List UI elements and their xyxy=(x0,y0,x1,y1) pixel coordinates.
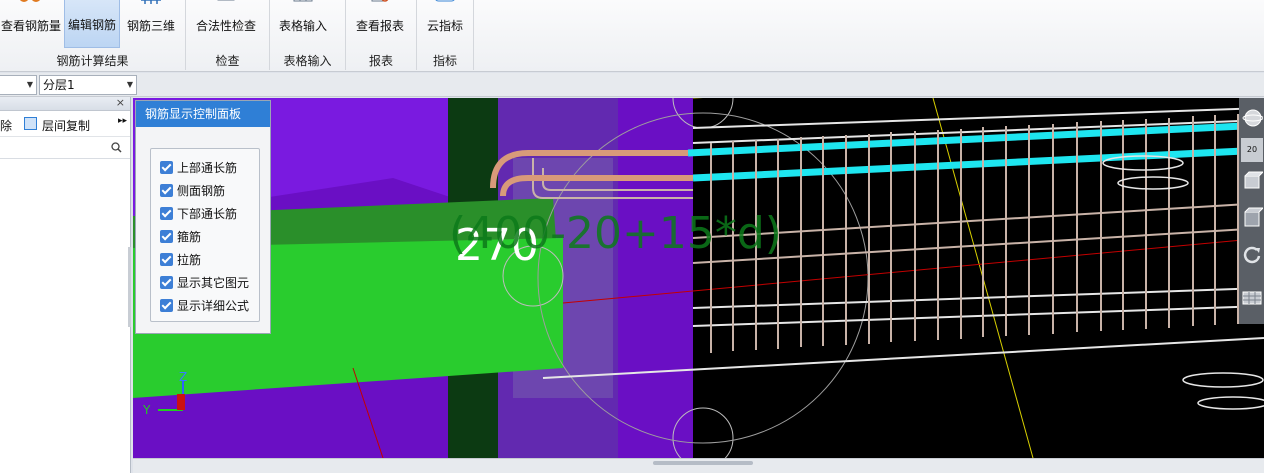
chevron-down-icon: ▼ xyxy=(26,80,33,89)
table-input-label: 表格输入 xyxy=(278,19,327,33)
search-input[interactable] xyxy=(0,137,130,159)
option-label: 显示详细公式 xyxy=(177,299,250,313)
rebar-3d-icon xyxy=(141,0,161,4)
rebar-3d-label: 钢筋三维 xyxy=(126,19,175,33)
splitter-handle[interactable] xyxy=(128,247,131,327)
checkbox-checked-icon[interactable] xyxy=(160,161,173,174)
floor-type-select[interactable]: ▼ xyxy=(0,75,37,95)
option-label: 下部通长筋 xyxy=(177,207,238,221)
box-view-icon[interactable] xyxy=(1241,170,1263,194)
option-label: 箍筋 xyxy=(177,230,202,244)
rebar-type-options: 上部通长筋 侧面钢筋 下部通长筋 箍筋 拉筋 显示其它图元 显示详细公式 xyxy=(150,148,260,322)
option-label: 上部通长筋 xyxy=(177,161,238,175)
option-label: 侧面钢筋 xyxy=(177,184,226,198)
grid-view-icon[interactable] xyxy=(1241,286,1263,310)
group-label-rebar-results: 钢筋计算结果 xyxy=(56,54,129,68)
cloud-icon xyxy=(435,0,455,2)
zoom-level-button[interactable]: 20 xyxy=(1241,138,1263,162)
cloud-index-button[interactable]: 云指标 xyxy=(420,0,470,48)
checkbox-checked-icon[interactable] xyxy=(160,207,173,220)
option-label: 拉筋 xyxy=(177,253,202,267)
sublayer-value: 分层1 xyxy=(43,78,75,92)
scrollbar-thumb[interactable] xyxy=(653,461,753,465)
view-navigation-toolbar: 20 xyxy=(1239,98,1264,324)
axis-z-label: Z xyxy=(179,370,187,384)
report-icon xyxy=(371,0,389,2)
axis-y-label: Y xyxy=(142,403,151,417)
search-icon xyxy=(111,142,122,153)
edit-rebar-label: 编辑钢筋 xyxy=(67,18,116,32)
viewport-horizontal-scrollbar[interactable] xyxy=(133,458,1264,473)
checkbox-checked-icon[interactable] xyxy=(160,276,173,289)
checkbox-checked-icon[interactable] xyxy=(160,299,173,312)
rebar-3d-button[interactable]: 钢筋三维 xyxy=(122,0,180,48)
view-report-label: 查看报表 xyxy=(355,19,404,33)
option-stirrup[interactable]: 箍筋 xyxy=(151,225,259,248)
option-tie-bar[interactable]: 拉筋 xyxy=(151,248,259,271)
rotate-icon[interactable] xyxy=(1241,242,1263,266)
glasses-icon xyxy=(20,0,40,2)
sublayer-select[interactable]: 分层1 ▼ xyxy=(39,75,137,95)
copy-icon xyxy=(24,117,37,130)
check-icon xyxy=(217,0,235,1)
rebar-3d-viewport[interactable]: 270 (400-20+15*d) Z Y xyxy=(133,98,1264,458)
more-icon[interactable]: ▸▸ xyxy=(118,116,127,126)
floor-copy-button[interactable]: 层间复制 xyxy=(42,117,90,134)
option-side-rebar[interactable]: 侧面钢筋 xyxy=(151,179,259,202)
rebar-display-control-panel: 钢筋显示控制面板 上部通长筋 侧面钢筋 下部通长筋 箍筋 拉筋 显示其它图元 显… xyxy=(135,100,271,334)
cube-view-icon[interactable] xyxy=(1241,206,1263,230)
checkbox-checked-icon[interactable] xyxy=(160,253,173,266)
table-input-button[interactable]: 表格输入 xyxy=(274,0,332,48)
component-list-panel: × 除 层间复制 ▸▸ xyxy=(0,96,131,473)
group-label-report: 报表 xyxy=(368,54,393,68)
group-label-index: 指标 xyxy=(432,54,457,68)
ribbon: 查看钢筋量 编辑钢筋 钢筋三维 合法性检查 表格输入 查看报表 云指标 钢筋计算… xyxy=(0,0,1264,72)
rebar-3d-scene: 270 (400-20+15*d) Z Y xyxy=(133,98,1264,458)
orbit-icon[interactable] xyxy=(1241,106,1263,130)
option-label: 显示其它图元 xyxy=(177,276,250,290)
floor-selector-row: ▼ 分层1 ▼ xyxy=(0,73,1264,97)
validity-check-label: 合法性检查 xyxy=(195,19,256,33)
close-icon[interactable]: × xyxy=(116,96,125,109)
group-label-check: 检查 xyxy=(215,54,240,68)
zoom-level-label: 20 xyxy=(1246,145,1258,154)
formula-label: (400-20+15*d) xyxy=(449,208,782,259)
group-label-table-input: 表格输入 xyxy=(283,54,332,68)
edit-rebar-icon xyxy=(81,0,105,4)
panel-toolbar: 除 层间复制 ▸▸ xyxy=(0,111,130,137)
control-panel-title: 钢筋显示控制面板 xyxy=(136,101,270,127)
group-divider xyxy=(473,0,474,70)
option-show-other-elements[interactable]: 显示其它图元 xyxy=(151,271,259,294)
validity-check-button[interactable]: 合法性检查 xyxy=(192,0,260,48)
view-report-button[interactable]: 查看报表 xyxy=(351,0,409,48)
view-rebar-quantity-label: 查看钢筋量 xyxy=(0,19,61,33)
edit-rebar-button[interactable]: 编辑钢筋 xyxy=(64,0,120,48)
checkbox-checked-icon[interactable] xyxy=(160,230,173,243)
delete-button[interactable]: 除 xyxy=(0,117,12,134)
chevron-down-icon: ▼ xyxy=(126,80,133,89)
option-top-continuous-rebar[interactable]: 上部通长筋 xyxy=(151,156,259,179)
cloud-index-label: 云指标 xyxy=(426,19,463,33)
view-rebar-quantity-button[interactable]: 查看钢筋量 xyxy=(0,0,62,48)
table-input-icon xyxy=(293,0,313,2)
option-show-detailed-formula[interactable]: 显示详细公式 xyxy=(151,294,259,317)
panel-title-bar: × xyxy=(0,96,130,111)
checkbox-checked-icon[interactable] xyxy=(160,184,173,197)
option-bottom-continuous-rebar[interactable]: 下部通长筋 xyxy=(151,202,259,225)
